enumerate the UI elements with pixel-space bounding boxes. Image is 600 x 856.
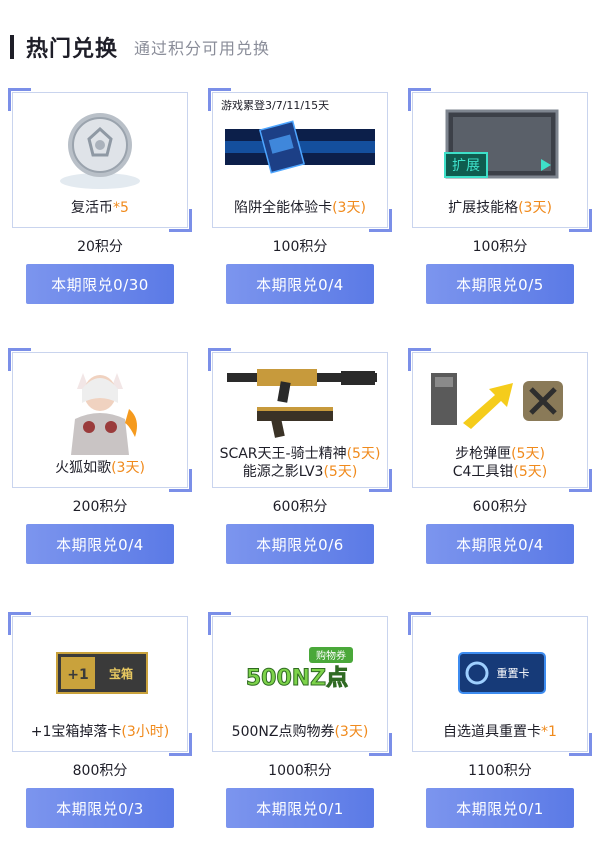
item-card[interactable]: 火狐如歌(3天) [8, 348, 192, 492]
exchange-item-trap-card: 游戏累登3/7/11/15天 陷阱全能体验卡(3天) 100积分 本期限兑0/4 [208, 88, 392, 332]
item-card[interactable]: 购物券 500NZ点 500NZ点购物券(3天) [208, 612, 392, 756]
item-card[interactable]: SCAR天王-骑士精神(5天) 能源之影LV3(5天) [208, 348, 392, 492]
voucher-icon: 购物券 500NZ点 [217, 623, 383, 719]
item-points: 1100积分 [468, 763, 532, 779]
item-name: 自选道具重置卡*1 [443, 724, 557, 740]
redeem-button[interactable]: 本期限兑0/3 [26, 788, 174, 828]
redeem-button[interactable]: 本期限兑0/1 [226, 788, 374, 828]
item-name: +1宝箱掉落卡(3小时) [30, 724, 170, 740]
item-points: 1000积分 [268, 763, 332, 779]
reset-card-art-text: 重置卡 [497, 666, 530, 680]
item-name: 步枪弹匣(5天) C4工具钳(5天) [452, 446, 548, 480]
item-card[interactable]: +1 宝箱 +1宝箱掉落卡(3小时) [8, 612, 192, 756]
redeem-button[interactable]: 本期限兑0/6 [226, 524, 374, 564]
item-card[interactable]: 游戏累登3/7/11/15天 陷阱全能体验卡(3天) [208, 88, 392, 232]
section-header: 热门兑换 通过积分可用兑换 [10, 30, 270, 64]
voucher-art-text: 500NZ点 [246, 665, 348, 691]
item-name: 火狐如歌(3天) [55, 460, 145, 476]
exchange-item-character: 火狐如歌(3天) 200积分 本期限兑0/4 [8, 348, 192, 592]
exchange-item-magazine-c4: 步枪弹匣(5天) C4工具钳(5天) 600积分 本期限兑0/4 [408, 348, 592, 592]
skill-slot-icon: 扩展 [417, 99, 583, 195]
item-card[interactable]: 复活币*5 [8, 88, 192, 232]
redeem-button[interactable]: 本期限兑0/30 [26, 264, 174, 304]
section-title: 热门兑换 [26, 37, 119, 62]
item-card[interactable]: 步枪弹匣(5天) C4工具钳(5天) [408, 348, 592, 492]
item-points: 100积分 [272, 239, 328, 255]
svg-text:宝箱: 宝箱 [109, 666, 133, 681]
item-points: 200积分 [72, 499, 128, 515]
item-name: SCAR天王-骑士精神(5天) 能源之影LV3(5天) [219, 446, 381, 480]
exchange-item-skill-slot: 扩展 扩展技能格(3天) 100积分 本期限兑0/5 [408, 88, 592, 332]
character-icon [17, 359, 183, 455]
skill-slot-art-text: 扩展 [452, 158, 480, 174]
item-card[interactable]: 扩展 扩展技能格(3天) [408, 88, 592, 232]
item-points: 800积分 [72, 763, 128, 779]
exchange-item-chest-drop-card: +1 宝箱 +1宝箱掉落卡(3小时) 800积分 本期限兑0/3 [8, 612, 192, 856]
item-card[interactable]: 重置卡 自选道具重置卡*1 [408, 612, 592, 756]
redeem-button[interactable]: 本期限兑0/4 [426, 524, 574, 564]
item-name: 陷阱全能体验卡(3天) [234, 200, 366, 216]
item-points: 100积分 [472, 239, 528, 255]
item-points: 20积分 [77, 239, 123, 255]
chest-drop-card-icon: +1 宝箱 [17, 623, 183, 719]
item-name: 500NZ点购物券(3天) [231, 724, 369, 740]
voucher-art-tag: 购物券 [316, 649, 346, 662]
redeem-button[interactable]: 本期限兑0/4 [226, 264, 374, 304]
exchange-item-reset-card: 重置卡 自选道具重置卡*1 1100积分 本期限兑0/1 [408, 612, 592, 856]
svg-text:+1: +1 [67, 667, 88, 683]
redeem-button[interactable]: 本期限兑0/5 [426, 264, 574, 304]
weapon-icon [217, 359, 383, 443]
reset-card-icon: 重置卡 [417, 623, 583, 719]
silver-coin-icon [17, 99, 183, 195]
item-name: 复活币*5 [71, 200, 129, 216]
item-points: 600积分 [272, 499, 328, 515]
item-points: 600积分 [472, 499, 528, 515]
redeem-button[interactable]: 本期限兑0/4 [26, 524, 174, 564]
exchange-item-weapon: SCAR天王-骑士精神(5天) 能源之影LV3(5天) 600积分 本期限兑0/… [208, 348, 392, 592]
exchange-item-voucher: 购物券 500NZ点 500NZ点购物券(3天) 1000积分 本期限兑0/1 [208, 612, 392, 856]
item-name: 扩展技能格(3天) [448, 200, 552, 216]
exchange-grid: 复活币*5 20积分 本期限兑0/30 游戏累登3/7/11/15天 陷阱全能体… [8, 88, 592, 856]
exchange-item-revive-coin: 复活币*5 20积分 本期限兑0/30 [8, 88, 192, 332]
redeem-button[interactable]: 本期限兑0/1 [426, 788, 574, 828]
header-accent-bar [10, 35, 14, 59]
section-subtitle: 通过积分可用兑换 [134, 39, 271, 58]
trap-card-icon [217, 99, 383, 195]
magazine-pliers-icon [417, 359, 583, 443]
